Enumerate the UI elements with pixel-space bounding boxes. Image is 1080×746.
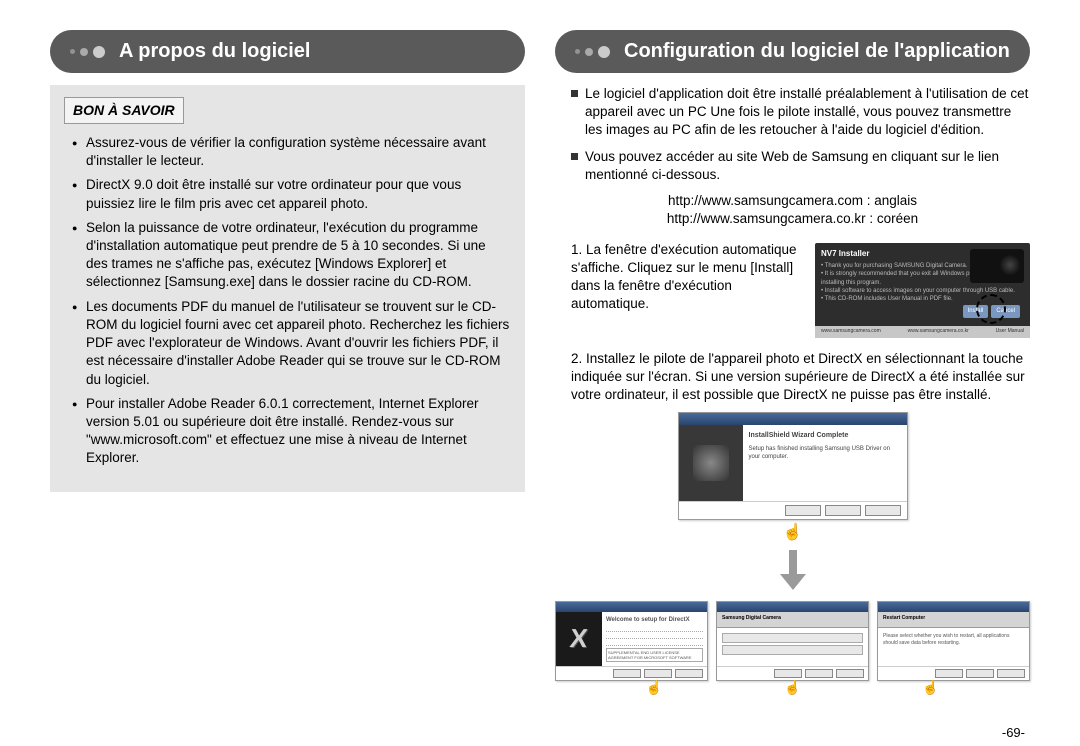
wizard-body-text: Setup has finished installing Samsung US…	[749, 445, 901, 461]
heading-dots-icon	[70, 46, 105, 58]
mini-button-row	[878, 666, 1029, 680]
directx-body-lines	[606, 627, 703, 646]
pointer-hand-icon: ☝	[646, 679, 663, 697]
wizard-side-graphic	[679, 425, 743, 501]
wizard-cancel-button[interactable]	[865, 505, 901, 516]
wizard-back-button[interactable]	[785, 505, 821, 516]
cd-icon	[693, 445, 729, 481]
footer-link-kr: www.samsungcamera.co.kr	[908, 328, 969, 336]
left-heading-tab: A propos du logiciel	[50, 30, 525, 73]
mini-next-button[interactable]	[805, 669, 833, 678]
right-heading-tab: Configuration du logiciel de l'applicati…	[555, 30, 1030, 73]
step-1-number: 1.	[571, 242, 582, 257]
restart-body: Please select whether you wish to restar…	[878, 628, 1029, 666]
info-item: Les documents PDF du manuel de l'utilisa…	[72, 298, 511, 389]
wizard-button-row	[679, 501, 907, 519]
info-item: Pour installer Adobe Reader 6.0.1 correc…	[72, 395, 511, 468]
left-column: A propos du logiciel BON À SAVOIR Assure…	[50, 30, 525, 736]
middle-body	[717, 628, 868, 666]
installer-footer: www.samsungcamera.com www.samsungcamera.…	[815, 326, 1030, 338]
step-2-number: 2.	[571, 351, 582, 366]
infobox-title: BON À SAVOIR	[64, 97, 184, 124]
mini-cancel-button[interactable]	[675, 669, 703, 678]
wizard-finish-button[interactable]	[825, 505, 861, 516]
urls: http://www.samsungcamera.com : anglais h…	[555, 192, 1030, 228]
mini-cancel-button[interactable]	[836, 669, 864, 678]
mini-titlebar	[556, 602, 707, 612]
installer-screenshot: NV7 Installer • Thank you for purchasing…	[815, 243, 1030, 338]
radio-option[interactable]	[722, 645, 863, 655]
wizard-heading: InstallShield Wizard Complete	[749, 431, 901, 440]
wizard-complete-screenshot: InstallShield Wizard Complete Setup has …	[555, 412, 1030, 544]
mini-next-button[interactable]	[966, 669, 994, 678]
directx-side-graphic: X	[556, 612, 602, 666]
step-2-body: Installez le pilote de l'appareil photo …	[571, 351, 1025, 402]
right-body: Le logiciel d'application doit être inst…	[555, 85, 1030, 697]
footer-manual: User Manual	[996, 328, 1024, 336]
footer-link-en: www.samsungcamera.com	[821, 328, 881, 336]
wizard-window: InstallShield Wizard Complete Setup has …	[678, 412, 908, 520]
infobox-list: Assurez-vous de vérifier la configuratio…	[64, 134, 511, 468]
directx-heading: Welcome to setup for DirectX	[606, 616, 703, 624]
info-item: Assurez-vous de vérifier la configuratio…	[72, 134, 511, 170]
wizard-titlebar	[679, 413, 907, 425]
restart-screenshot: Restart Computer Please select whether y…	[877, 601, 1030, 681]
middle-header: Samsung Digital Camera	[717, 612, 868, 628]
directx-screenshot: X Welcome to setup for DirectX SUPPLEMEN…	[555, 601, 708, 681]
pointer-hand-icon: ☝	[555, 522, 1030, 544]
wizard-trio: X Welcome to setup for DirectX SUPPLEMEN…	[555, 601, 1030, 681]
mini-back-button[interactable]	[774, 669, 802, 678]
url-kr: http://www.samsungcamera.co.kr : coréen	[555, 210, 1030, 228]
mini-button-row	[717, 666, 868, 680]
mini-titlebar	[878, 602, 1029, 612]
mini-titlebar	[717, 602, 868, 612]
step-1-text: 1. La fenêtre d'exécution automatique s'…	[571, 241, 805, 338]
camera-lens-icon	[1000, 255, 1020, 275]
mini-back-button[interactable]	[935, 669, 963, 678]
url-en: http://www.samsungcamera.com : anglais	[555, 192, 1030, 210]
directx-x-icon: X	[568, 621, 589, 656]
mini-back-button[interactable]	[613, 669, 641, 678]
intro-list: Le logiciel d'application doit être inst…	[555, 85, 1030, 184]
intro-item: Vous pouvez accéder au site Web de Samsu…	[571, 148, 1030, 184]
middle-wizard-screenshot: Samsung Digital Camera	[716, 601, 869, 681]
pointer-hand-icon: ☝	[784, 679, 801, 697]
pointer-hand-icon: ☝	[922, 679, 939, 697]
step-1: 1. La fenêtre d'exécution automatique s'…	[555, 241, 1030, 338]
info-item: DirectX 9.0 doit être installé sur votre…	[72, 176, 511, 212]
step-1-body: La fenêtre d'exécution automatique s'aff…	[571, 242, 797, 312]
wizard-content: InstallShield Wizard Complete Setup has …	[743, 425, 907, 501]
arrow-down-icon	[555, 550, 1030, 595]
manual-page: A propos du logiciel BON À SAVOIR Assure…	[50, 30, 1030, 736]
trio-pointer-hands: ☝ ☝ ☝	[555, 679, 1030, 697]
mini-button-row	[556, 666, 707, 680]
directx-content: Welcome to setup for DirectX SUPPLEMENTA…	[602, 612, 707, 666]
right-heading: Configuration du logiciel de l'applicati…	[624, 40, 1010, 63]
heading-dots-icon	[575, 46, 610, 58]
mini-next-button[interactable]	[644, 669, 672, 678]
mini-cancel-button[interactable]	[997, 669, 1025, 678]
intro-item: Le logiciel d'application doit être inst…	[571, 85, 1030, 140]
restart-header: Restart Computer	[878, 612, 1029, 628]
infobox: BON À SAVOIR Assurez-vous de vérifier la…	[50, 85, 525, 492]
directx-license-box: SUPPLEMENTAL END USER LICENSE AGREEMENT …	[606, 648, 703, 662]
left-heading: A propos du logiciel	[119, 40, 310, 63]
page-number: -69-	[1002, 725, 1025, 740]
info-item: Selon la puissance de votre ordinateur, …	[72, 219, 511, 292]
highlight-circle-icon	[976, 294, 1006, 324]
step-2: 2. Installez le pilote de l'appareil pho…	[555, 350, 1030, 405]
right-column: Configuration du logiciel de l'applicati…	[555, 30, 1030, 736]
radio-option[interactable]	[722, 633, 863, 643]
